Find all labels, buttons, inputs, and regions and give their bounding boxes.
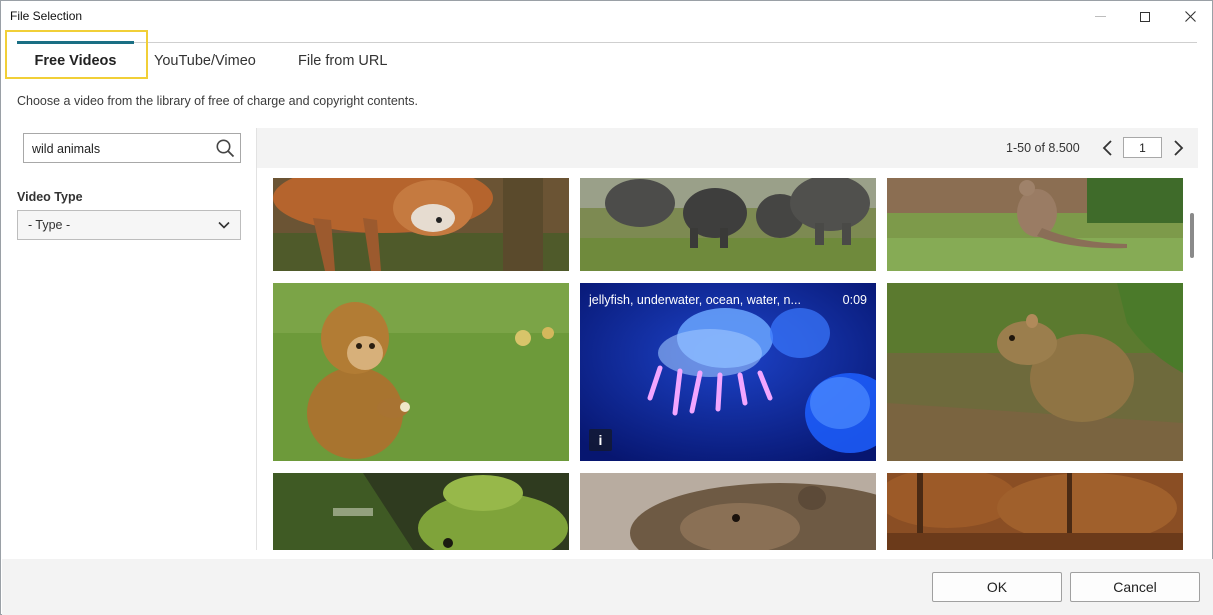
- search-box: [23, 133, 241, 163]
- minimize-icon: [1094, 16, 1106, 17]
- close-button[interactable]: [1167, 1, 1213, 32]
- video-thumbnail-kangaroo[interactable]: [887, 178, 1183, 271]
- window-title: File Selection: [10, 9, 83, 23]
- video-thumbnail-marmot[interactable]: [580, 473, 876, 550]
- tab-label: File from URL: [298, 53, 388, 69]
- chevron-right-icon[interactable]: [1170, 139, 1186, 157]
- results-range: 1-50 of 8.500: [1006, 141, 1080, 155]
- tab-file-from-url[interactable]: File from URL: [298, 53, 387, 69]
- kangaroo-image: [887, 178, 1183, 271]
- video-thumbnail-fox[interactable]: [273, 178, 569, 271]
- chevron-left-icon[interactable]: [1100, 139, 1116, 157]
- monkey-image: [273, 283, 569, 461]
- frog-image: [273, 473, 569, 550]
- video-duration: 0:09: [842, 293, 867, 307]
- video-type-label: Video Type: [17, 190, 83, 204]
- video-thumbnail-elephants[interactable]: [580, 178, 876, 271]
- cancel-button[interactable]: Cancel: [1070, 572, 1200, 602]
- description-text: Choose a video from the library of free …: [17, 94, 418, 108]
- page-number-input[interactable]: [1123, 137, 1162, 158]
- search-input[interactable]: [32, 140, 212, 158]
- tab-label: YouTube/Vimeo: [154, 53, 256, 69]
- video-thumbnail-jellyfish[interactable]: jellyfish, underwater, ocean, water, n..…: [580, 283, 876, 461]
- marmot-image: [580, 473, 876, 550]
- agouti-image: [887, 283, 1183, 461]
- video-grid: jellyfish, underwater, ocean, water, n..…: [257, 168, 1198, 550]
- scrollbar-thumb[interactable]: [1190, 213, 1194, 258]
- maximize-button[interactable]: [1122, 1, 1168, 32]
- video-thumbnail-agouti[interactable]: [887, 283, 1183, 461]
- forest-image: [887, 473, 1183, 550]
- close-icon: [1184, 11, 1196, 22]
- elephants-image: [580, 178, 876, 271]
- chevron-down-icon: [218, 221, 230, 229]
- video-thumbnail-frog[interactable]: [273, 473, 569, 550]
- video-thumbnail-forest[interactable]: [887, 473, 1183, 550]
- jellyfish-image: [580, 283, 876, 461]
- maximize-icon: [1140, 11, 1150, 22]
- file-selection-dialog: File Selection Free Videos YouTube/Vimeo…: [0, 0, 1213, 615]
- search-icon[interactable]: [215, 138, 235, 158]
- info-icon[interactable]: i: [589, 429, 612, 451]
- video-thumbnail-monkey[interactable]: [273, 283, 569, 461]
- tab-free-videos[interactable]: Free Videos: [17, 41, 134, 81]
- fox-image: [273, 178, 569, 271]
- tabs-divider: [17, 42, 1197, 43]
- video-type-select[interactable]: - Type -: [17, 210, 241, 240]
- tab-youtube-vimeo[interactable]: YouTube/Vimeo: [154, 53, 256, 69]
- video-type-value: - Type -: [28, 218, 71, 232]
- video-overlay-title: jellyfish, underwater, ocean, water, n..…: [589, 293, 801, 307]
- tab-label: Free Videos: [34, 53, 117, 69]
- ok-button[interactable]: OK: [932, 572, 1062, 602]
- title-bar: File Selection: [1, 1, 1212, 32]
- minimize-button[interactable]: [1077, 1, 1123, 32]
